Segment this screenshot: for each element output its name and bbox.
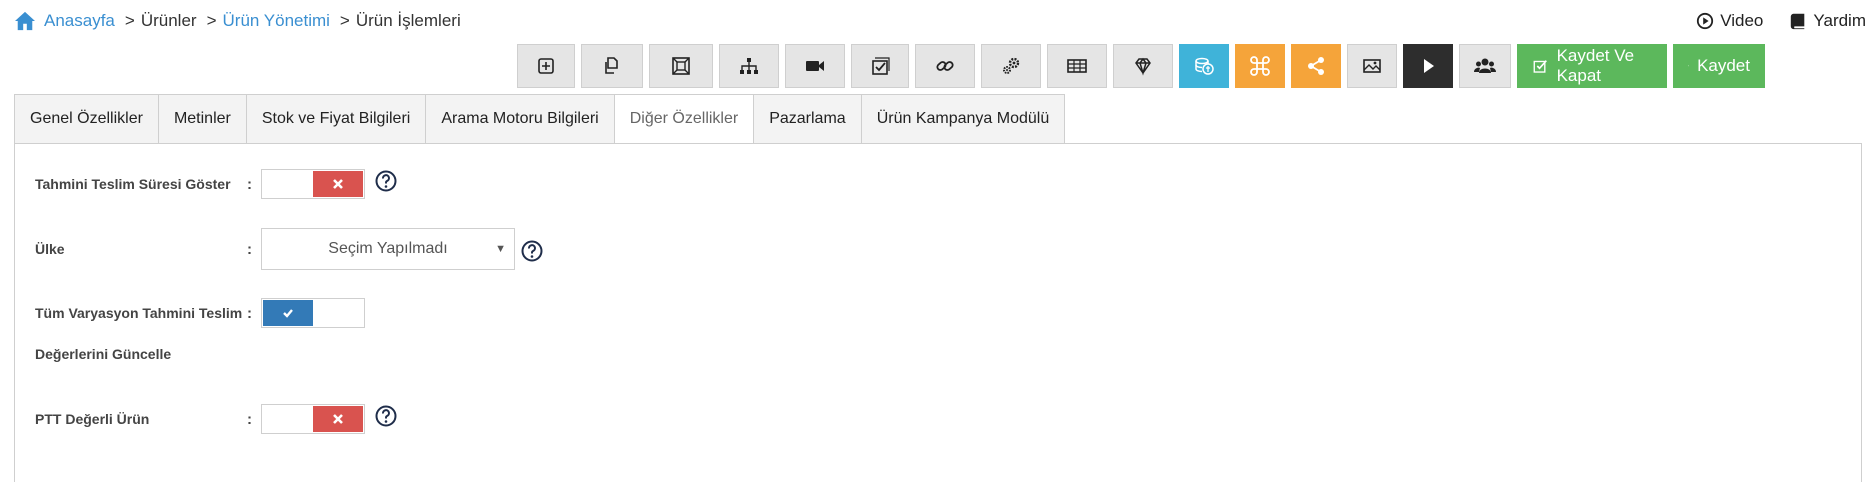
checklist-button[interactable] <box>851 44 909 88</box>
plus-square-icon <box>538 58 554 74</box>
ptt-label: PTT Değerli Ürün <box>35 411 150 427</box>
country-select[interactable]: Seçim Yapılmadı ▼ <box>261 228 515 270</box>
tab-stok-ve-fiyat[interactable]: Stok ve Fiyat Bilgileri <box>245 94 426 144</box>
variation-update-label-line1: Tüm Varyasyon Tahmini Teslim <box>35 305 243 321</box>
checkbox-checked-icon <box>1533 60 1547 73</box>
share-button[interactable] <box>1291 44 1341 88</box>
close-icon <box>333 414 343 424</box>
help-link[interactable]: Yardim <box>1789 11 1866 31</box>
checklist-icon <box>872 57 890 75</box>
toggle-on-segment <box>263 300 313 326</box>
delivery-time-toggle[interactable] <box>261 169 365 199</box>
breadcrumb-item-urun-islemleri: Ürün İşlemleri <box>355 11 461 30</box>
check-icon <box>283 309 293 318</box>
breadcrumb-home-link[interactable]: Anasayfa <box>44 11 115 31</box>
video-button[interactable] <box>785 44 845 88</box>
share-icon <box>1308 57 1324 75</box>
checkbox-checked-icon <box>1688 65 1689 67</box>
book-icon <box>1791 13 1805 30</box>
save-label: Kaydet <box>1697 56 1750 75</box>
delivery-time-colon: : <box>247 176 252 193</box>
play-circle-icon <box>1697 12 1714 30</box>
toolbar: Kaydet Ve Kapat Kaydet <box>517 44 1765 88</box>
sitemap-icon <box>740 58 758 74</box>
breadcrumb-separator: > <box>206 11 217 30</box>
ptt-toggle[interactable] <box>261 404 365 434</box>
add-button[interactable] <box>517 44 575 88</box>
chevron-down-icon: ▼ <box>495 243 506 255</box>
toggle-off-segment <box>313 171 363 197</box>
diamond-button[interactable] <box>1113 44 1173 88</box>
resize-button[interactable] <box>649 44 713 88</box>
country-colon: : <box>247 241 252 258</box>
variation-update-label-line2: Değerlerini Güncelle <box>35 346 172 362</box>
copy-icon <box>605 57 618 74</box>
country-label: Ülke <box>35 241 65 257</box>
users-icon <box>1474 58 1496 73</box>
preview-button[interactable] <box>1403 44 1453 88</box>
link-icon <box>936 61 954 71</box>
diamond-icon <box>1135 57 1151 76</box>
tab-bar: Genel Özellikler Metinler Stok ve Fiyat … <box>14 94 1066 144</box>
save-and-close-label: Kaydet Ve Kapat <box>1556 46 1635 85</box>
link-button[interactable] <box>915 44 975 88</box>
video-link[interactable]: Video <box>1696 11 1763 31</box>
gears-icon <box>1003 57 1020 74</box>
tab-arama-motoru[interactable]: Arama Motoru Bilgileri <box>425 94 614 144</box>
top-links: Video Yardim <box>1696 8 1866 34</box>
settings-button[interactable] <box>981 44 1041 88</box>
tab-genel-ozellikler[interactable]: Genel Özellikler <box>14 94 158 144</box>
table-button[interactable] <box>1047 44 1107 88</box>
command-icon <box>1250 56 1270 76</box>
price-button[interactable] <box>1179 44 1229 88</box>
category-tree-button[interactable] <box>719 44 779 88</box>
tab-diger-ozellikler[interactable]: Diğer Özellikler <box>613 94 754 144</box>
tab-panel-diger-ozellikler: Tahmini Teslim Süresi Göster : Ülke : Se… <box>14 143 1862 482</box>
toggle-off-segment <box>313 406 363 432</box>
save-and-close-button[interactable]: Kaydet Ve Kapat <box>1517 44 1667 88</box>
video-link-label: Video <box>1720 11 1764 30</box>
play-icon <box>1424 59 1434 73</box>
delivery-time-label: Tahmini Teslim Süresi Göster <box>35 176 231 192</box>
image-button[interactable] <box>1347 44 1397 88</box>
video-camera-icon <box>806 61 824 71</box>
variation-update-toggle[interactable] <box>261 298 365 328</box>
users-button[interactable] <box>1459 44 1511 88</box>
breadcrumb-separator: > <box>339 11 350 30</box>
tab-urun-kampanya[interactable]: Ürün Kampanya Modülü <box>860 94 1066 144</box>
breadcrumb-item-urun-yonetimi[interactable]: Ürün Yönetimi <box>223 11 330 31</box>
image-icon <box>1363 59 1381 73</box>
resize-icon <box>672 57 690 75</box>
tab-pazarlama[interactable]: Pazarlama <box>753 94 861 144</box>
breadcrumb-separator: > <box>124 11 135 30</box>
delivery-time-help-icon[interactable] <box>375 170 397 192</box>
breadcrumb-item-urunler: Ürünler <box>140 11 197 30</box>
coins-icon <box>1195 57 1214 75</box>
help-link-label: Yardim <box>1813 11 1866 30</box>
variation-update-colon: : <box>247 305 252 322</box>
breadcrumb: Anasayfa > Ürünler > Ürün Yönetimi > Ürü… <box>14 8 461 34</box>
copy-button[interactable] <box>581 44 643 88</box>
ptt-colon: : <box>247 411 252 428</box>
tab-metinler[interactable]: Metinler <box>157 94 246 144</box>
home-icon[interactable] <box>14 11 36 31</box>
shortcut-button[interactable] <box>1235 44 1285 88</box>
ptt-help-icon[interactable] <box>375 405 397 427</box>
table-icon <box>1067 59 1087 73</box>
country-select-value: Seçim Yapılmadı <box>328 240 448 257</box>
country-help-icon[interactable] <box>521 240 543 262</box>
close-icon <box>333 179 343 189</box>
save-button[interactable]: Kaydet <box>1673 44 1765 88</box>
